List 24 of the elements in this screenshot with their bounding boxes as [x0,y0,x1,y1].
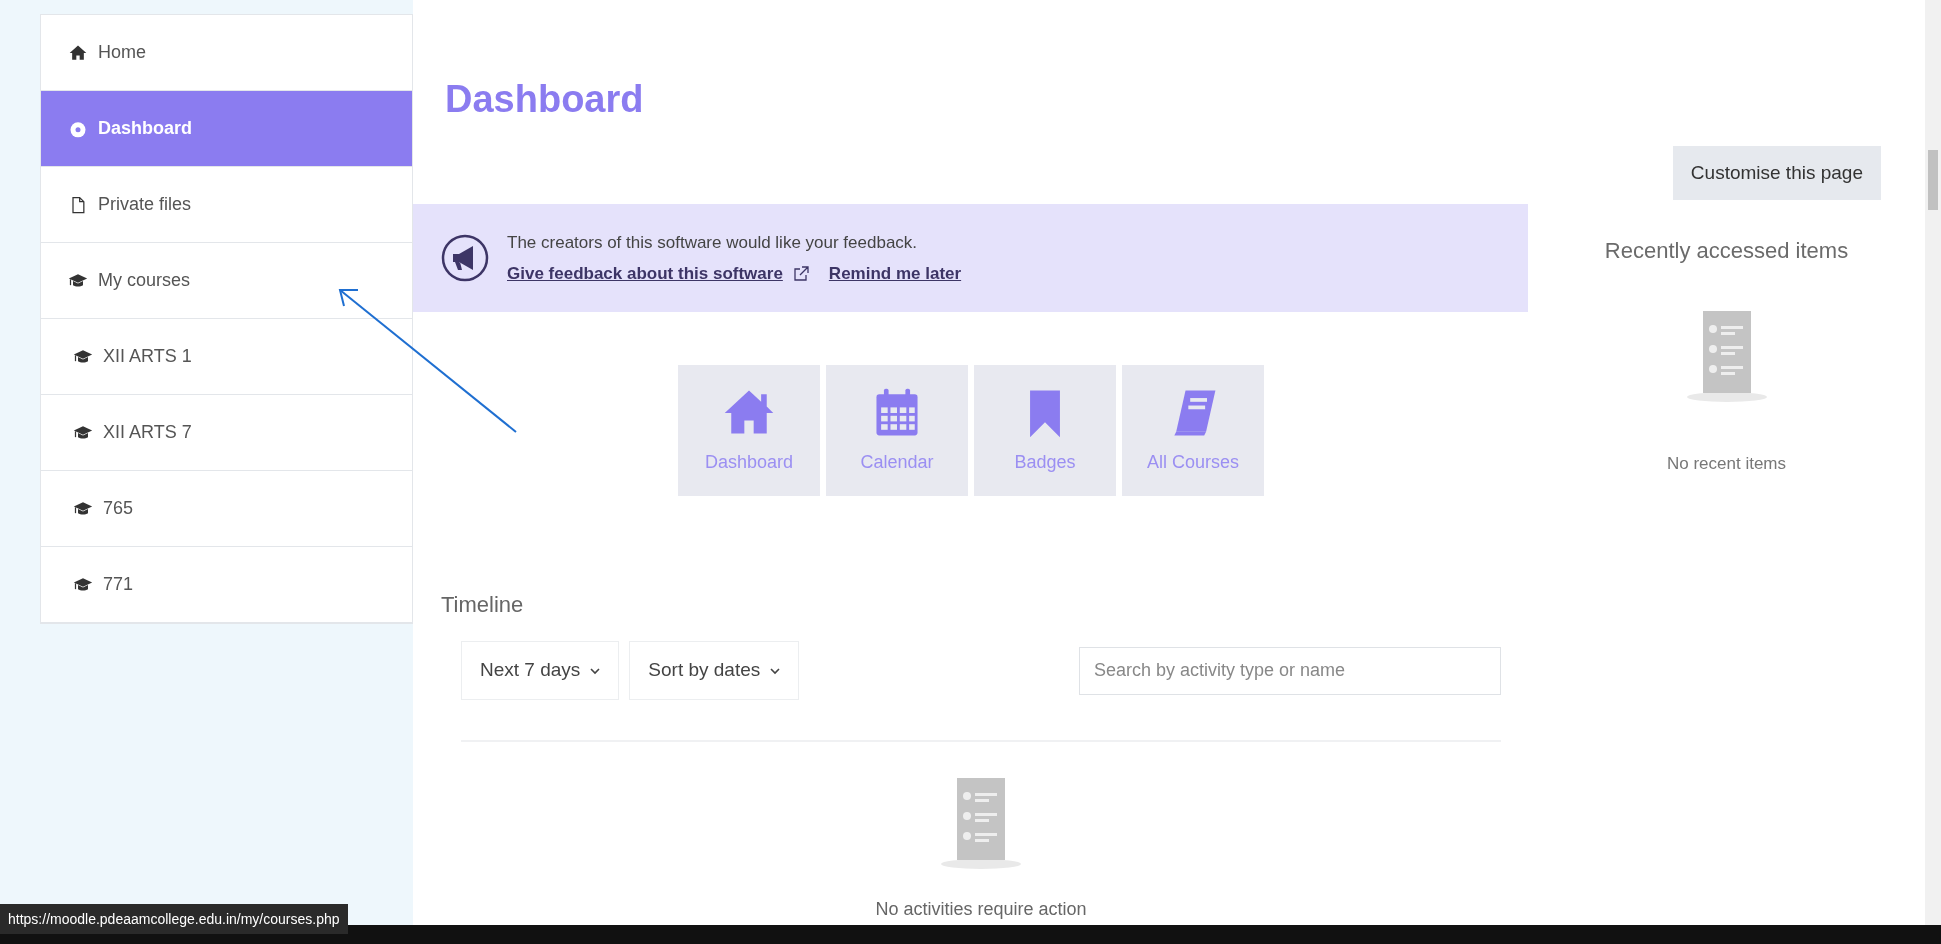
feedback-link[interactable]: Remind me later [828,261,962,287]
chevron-down-icon [590,666,601,675]
section-title: Timeline [441,591,525,619]
scrollbar[interactable] [1925,0,1941,925]
feedback-link[interactable]: Give feedback about this software [507,261,783,287]
block-title: Recently accessed items [1604,237,1849,265]
nav-item[interactable]: 771 [41,547,412,623]
filter-dropdown[interactable]: Next 7 days [461,641,620,700]
nav-item[interactable]: XII ARTS 7 [41,395,412,471]
customise-button[interactable]: Customise this page [1672,146,1881,200]
chevron-down-icon [770,666,781,675]
status-url: https://moodle.pdeaamcollege.edu.in/my/courses.php [0,904,348,934]
filter-dropdown[interactable]: Sort by dates [629,641,800,700]
nav-item[interactable]: XII ARTS 1 [41,319,412,395]
nav-item[interactable]: My courses [41,243,412,319]
external-link-icon [792,265,809,282]
feedback-message: The creators of this software would like your feedback. [507,231,919,254]
empty-message: No recent items [1666,453,1786,475]
search-field[interactable]: Search by activity type or name [1079,646,1501,695]
nav-item[interactable]: 765 [41,471,412,547]
empty-message: No activities require action [875,898,1087,921]
nav-item[interactable]: Private files [41,167,412,243]
megaphone-icon [441,234,489,282]
page-title: Dashboard [445,80,645,122]
